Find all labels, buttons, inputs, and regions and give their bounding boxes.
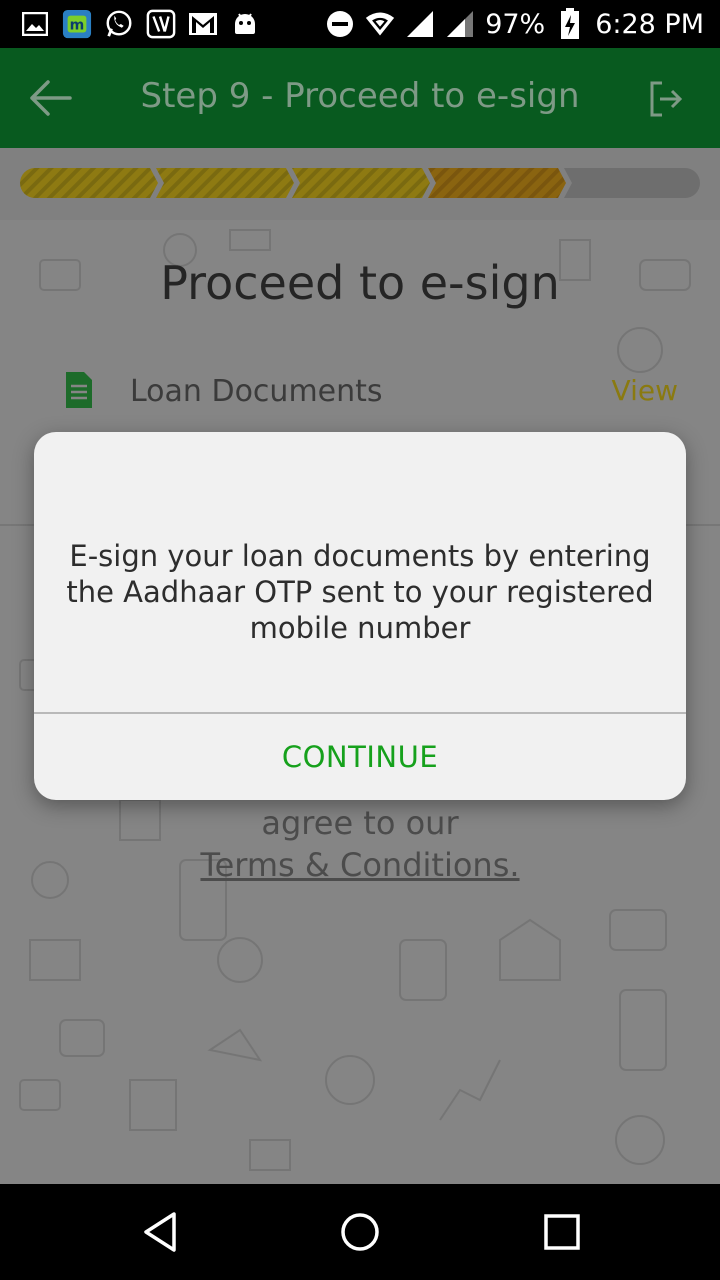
loan-documents-label: Loan Documents [130,374,383,409]
logout-icon[interactable] [648,80,684,118]
system-nav-bar [0,1184,720,1280]
status-right: 97% 6:28 PM [325,0,704,48]
gallery-icon [20,9,50,39]
progress-step-4 [428,168,566,198]
loan-documents-row: Loan Documents View [0,370,720,414]
progress-step-3 [292,168,430,198]
esign-dialog: E-sign your loan documents by entering t… [34,432,686,800]
signal-icon [405,9,435,39]
notification-icons: m [0,9,260,39]
progress-section [0,148,720,220]
clock: 6:28 PM [595,8,704,40]
view-documents-link[interactable]: View [612,374,678,407]
android-icon [230,9,260,39]
home-circle-icon[interactable] [338,1210,382,1254]
svg-text:m: m [70,18,85,34]
wifi-icon [365,9,395,39]
dialog-message: E-sign your loan documents by entering t… [66,539,654,645]
battery-percent: 97% [485,8,546,40]
battery-charging-icon [555,8,585,39]
continue-button[interactable]: CONTINUE [34,714,686,800]
progress-step-5 [564,168,700,198]
gmail-icon [188,9,218,39]
dnd-icon [325,9,355,39]
section-heading: Proceed to e-sign [160,256,560,310]
app-bar: Step 9 - Proceed to e-sign [0,48,720,148]
recents-square-icon[interactable] [540,1210,584,1254]
step-progress-bar [20,168,700,198]
status-bar: m 97% 6:28 PM [0,0,720,48]
agree-text: agree to our [261,804,459,842]
signal-icon-2 [445,9,475,39]
app-m-icon: m [62,9,92,39]
page-title: Step 9 - Proceed to e-sign [140,76,580,116]
back-triangle-icon[interactable] [138,1210,182,1254]
progress-step-1 [20,168,158,198]
progress-step-2 [156,168,294,198]
saavn-icon [146,9,176,39]
whatsapp-icon [104,9,134,39]
terms-link[interactable]: Terms & Conditions. [0,846,720,884]
document-icon [64,370,94,410]
